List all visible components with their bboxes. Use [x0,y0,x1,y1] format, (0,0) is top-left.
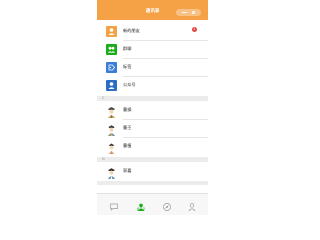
contact-row[interactable]: 曹丕 [97,120,208,137]
contact-row[interactable]: 曹植 [97,138,208,155]
section-header-g: G [97,157,208,162]
me-icon [187,197,197,212]
screenshot-canvas: 通讯录 新的朋友 1 群聊 标签 公众号 C 曹操 曹丕 曹植 G 郭嘉 通讯录 [0,0,305,215]
discover-icon [162,197,172,211]
section-letter: C [102,96,105,100]
contact-name: 郭嘉 [123,168,132,173]
new-friends-label: 新的朋友 [123,28,140,33]
mini-program-capsule[interactable] [176,9,201,16]
row-divider [123,57,208,58]
chat-icon [109,197,119,211]
official-account-icon [106,80,117,91]
official-accounts-row[interactable]: 公众号 [97,77,208,94]
tag-icon [106,62,117,73]
row-divider [123,136,208,137]
row-divider [123,118,208,119]
tab-contacts-label: 通讯录 [136,207,146,211]
contact-row[interactable]: 郭嘉 [97,163,208,180]
list-continuation [97,186,208,193]
new-friends-row[interactable]: 新的朋友 1 [97,23,208,40]
group-chat-icon [106,44,117,55]
add-friend-icon [106,26,117,37]
phone-screen: 通讯录 新的朋友 1 群聊 标签 公众号 C 曹操 曹丕 曹植 G 郭嘉 通讯录 [97,0,208,215]
tags-row[interactable]: 标签 [97,59,208,76]
section-header-partial [97,181,208,185]
section-header-c: C [97,96,208,101]
title-bar: 通讯录 [97,0,208,20]
section-letter: G [102,157,105,161]
tab-me[interactable] [182,195,202,213]
tab-contacts[interactable]: 通讯录 [131,195,151,213]
tab-chats[interactable] [104,195,124,213]
tab-bar: 通讯录 [97,193,208,215]
avatar [105,122,118,137]
contacts-icon [136,197,146,211]
tab-discover[interactable] [157,195,177,213]
unread-badge: 1 [192,27,197,32]
close-icon[interactable] [191,10,196,15]
avatar [105,104,118,119]
row-divider [123,39,208,40]
tags-label: 标签 [123,64,132,69]
contact-name: 曹操 [123,107,132,112]
avatar [105,140,118,155]
more-icon[interactable] [181,11,187,14]
row-divider [123,75,208,76]
official-accounts-label: 公众号 [123,82,136,87]
group-chats-label: 群聊 [123,46,132,51]
contact-name: 曹丕 [123,125,132,130]
avatar [105,165,118,180]
contact-row[interactable]: 曹操 [97,102,208,119]
group-chats-row[interactable]: 群聊 [97,41,208,58]
contact-name: 曹植 [123,143,132,148]
